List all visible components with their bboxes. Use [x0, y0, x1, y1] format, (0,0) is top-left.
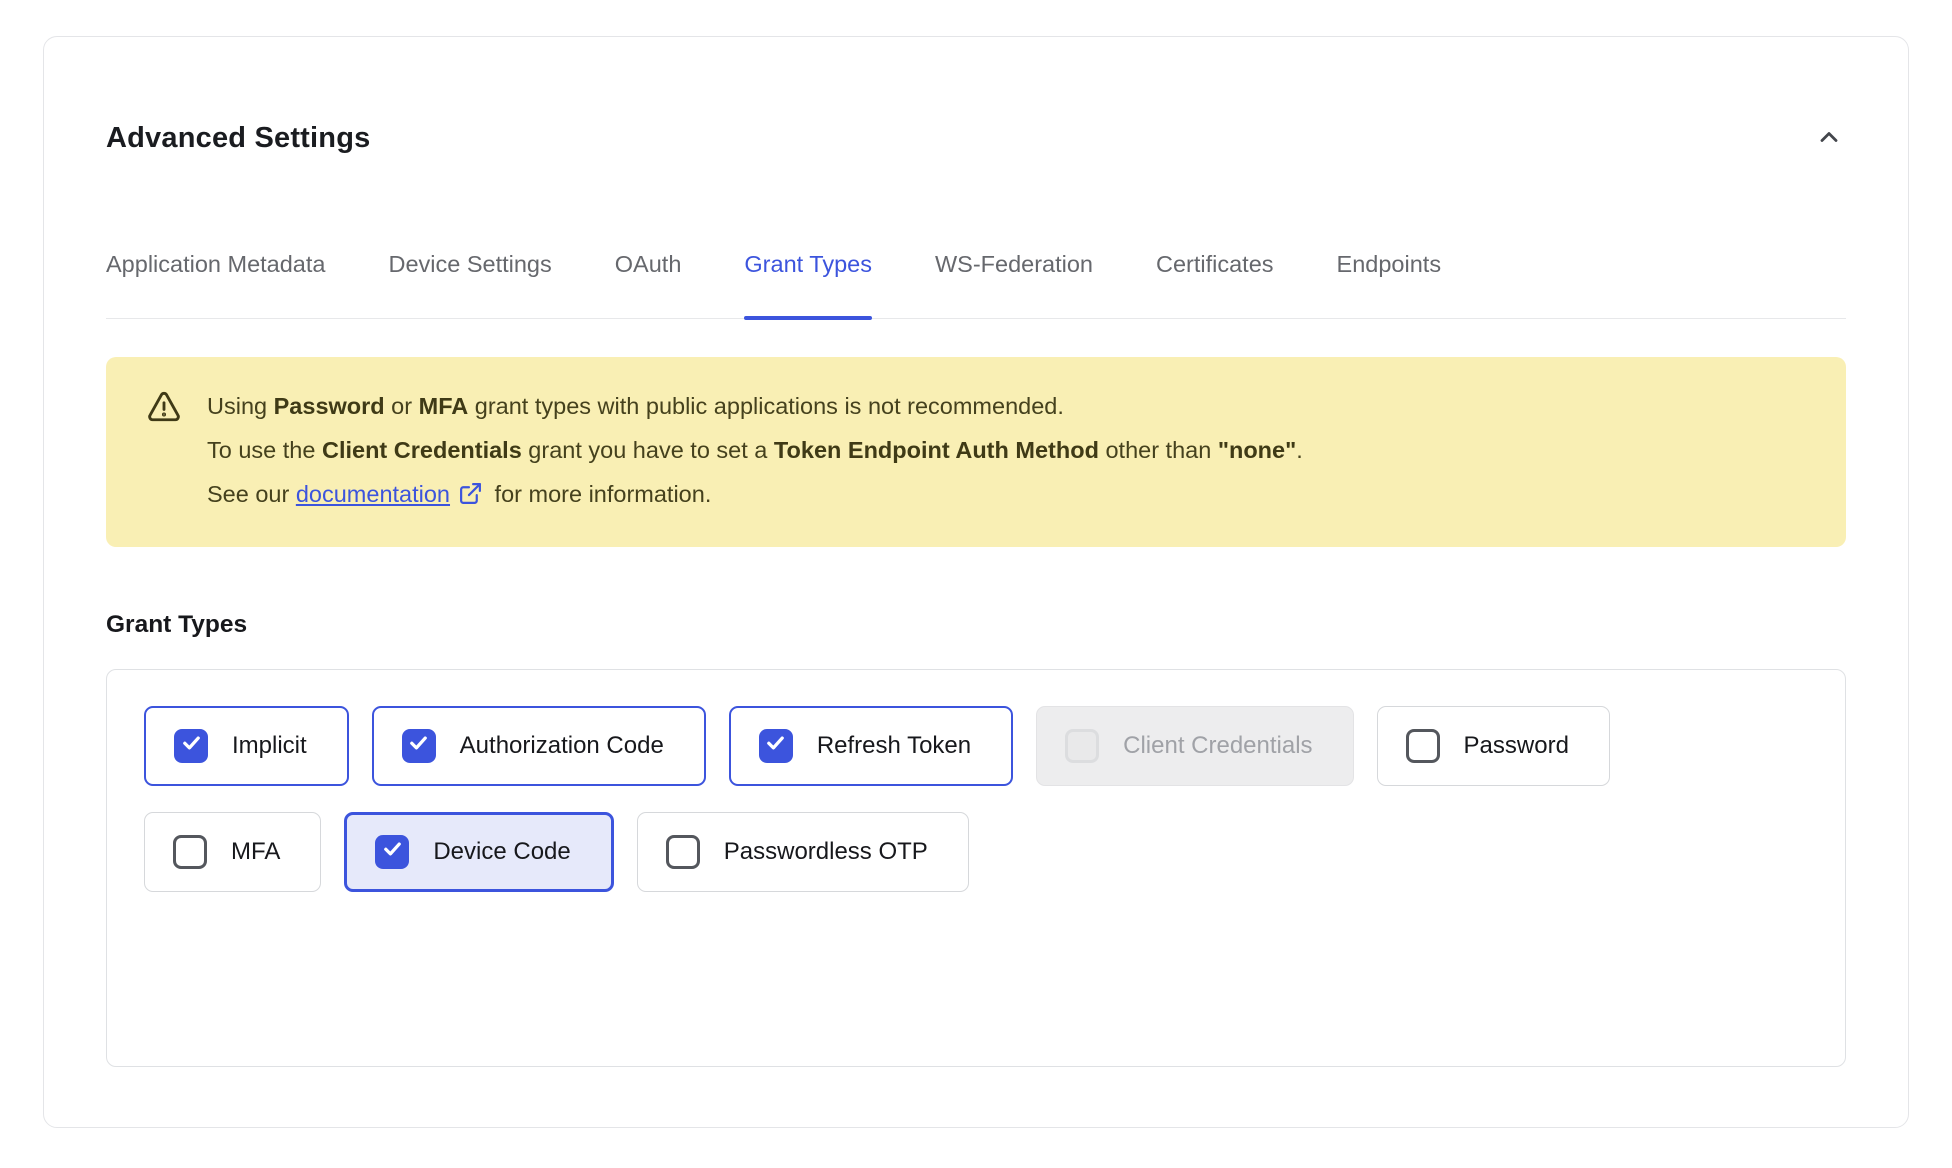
grant-types-row-2: MFA Device Code Passwordless OTP [144, 812, 1808, 892]
grant-types-panel: Implicit Authorization Code Refresh Toke… [106, 669, 1846, 1067]
warning-line-3: See our documentation for more informati… [207, 472, 1303, 516]
check-icon [764, 731, 787, 761]
grant-types-row-1: Implicit Authorization Code Refresh Toke… [144, 706, 1808, 786]
grant-type-passwordless-otp[interactable]: Passwordless OTP [637, 812, 969, 892]
grant-type-device-code[interactable]: Device Code [344, 812, 613, 892]
external-link-icon [450, 481, 488, 507]
settings-tabs: Application Metadata Device Settings OAu… [106, 251, 1846, 319]
grant-types-section-label: Grant Types [106, 611, 1846, 639]
warning-banner: Using Password or MFA grant types with p… [106, 357, 1846, 547]
check-icon [180, 731, 203, 761]
tab-certificates[interactable]: Certificates [1156, 251, 1274, 318]
checkbox-checked[interactable] [174, 729, 208, 763]
tab-device-settings[interactable]: Device Settings [388, 251, 551, 318]
warning-message: Using Password or MFA grant types with p… [207, 384, 1303, 516]
grant-type-label: Device Code [433, 838, 570, 866]
checkbox-checked[interactable] [402, 729, 436, 763]
tab-application-metadata[interactable]: Application Metadata [106, 251, 325, 318]
checkbox-checked[interactable] [759, 729, 793, 763]
grant-type-label: Implicit [232, 732, 307, 760]
warning-triangle-icon [146, 389, 182, 425]
grant-type-label: MFA [231, 838, 280, 866]
grant-type-authorization-code[interactable]: Authorization Code [372, 706, 706, 786]
checkbox-disabled [1065, 729, 1099, 763]
grant-type-client-credentials: Client Credentials [1036, 706, 1353, 786]
documentation-link[interactable]: documentation [296, 481, 450, 507]
tab-grant-types[interactable]: Grant Types [744, 251, 872, 318]
tab-endpoints[interactable]: Endpoints [1337, 251, 1442, 318]
checkbox-checked[interactable] [375, 835, 409, 869]
page-title: Advanced Settings [106, 122, 370, 155]
checkbox-unchecked[interactable] [666, 835, 700, 869]
advanced-settings-card: Advanced Settings Application Metadata D… [43, 36, 1909, 1128]
chevron-up-icon [1815, 123, 1843, 154]
grant-type-label: Passwordless OTP [724, 838, 928, 866]
grant-type-label: Refresh Token [817, 732, 971, 760]
checkbox-unchecked[interactable] [173, 835, 207, 869]
card-header: Advanced Settings [106, 121, 1846, 155]
warning-line-2: To use the Client Credentials grant you … [207, 428, 1303, 472]
grant-type-implicit[interactable]: Implicit [144, 706, 349, 786]
grant-type-mfa[interactable]: MFA [144, 812, 321, 892]
check-icon [407, 731, 430, 761]
check-icon [381, 837, 404, 867]
collapse-section-button[interactable] [1812, 121, 1846, 155]
tab-oauth[interactable]: OAuth [615, 251, 682, 318]
grant-type-refresh-token[interactable]: Refresh Token [729, 706, 1013, 786]
grant-type-label: Authorization Code [460, 732, 664, 760]
checkbox-unchecked[interactable] [1406, 729, 1440, 763]
grant-type-password[interactable]: Password [1377, 706, 1610, 786]
grant-type-label: Password [1464, 732, 1569, 760]
tab-ws-federation[interactable]: WS-Federation [935, 251, 1093, 318]
grant-type-label: Client Credentials [1123, 732, 1312, 760]
warning-line-1: Using Password or MFA grant types with p… [207, 384, 1303, 428]
